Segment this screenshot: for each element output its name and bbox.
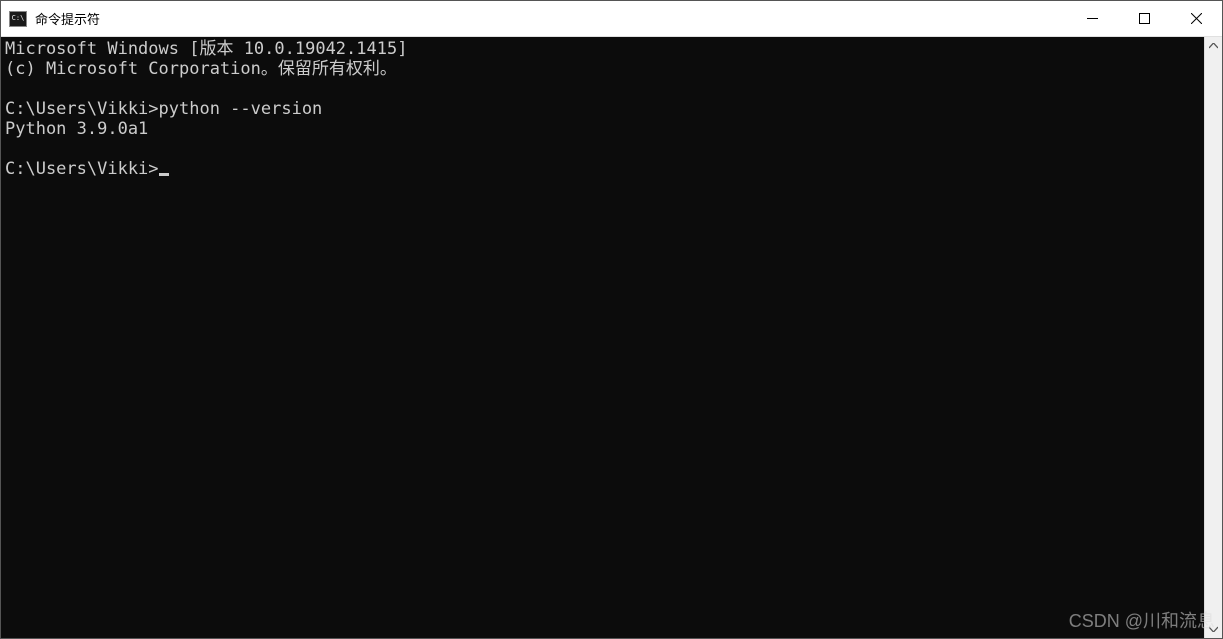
cursor [159, 173, 169, 176]
app-icon-glyph: C:\ [12, 15, 25, 22]
prompt: C:\Users\Vikki> [5, 159, 159, 179]
window-title: 命令提示符 [35, 9, 100, 28]
titlebar[interactable]: C:\ 命令提示符 [1, 1, 1222, 37]
output-line: Python 3.9.0a1 [5, 119, 148, 139]
window-controls [1066, 1, 1222, 36]
close-icon [1191, 13, 1202, 24]
command-text: python --version [159, 99, 323, 119]
maximize-icon [1139, 13, 1150, 24]
chevron-down-icon [1209, 626, 1218, 632]
scroll-down-arrow[interactable] [1205, 620, 1222, 638]
output-line: Microsoft Windows [版本 10.0.19042.1415] [5, 39, 407, 59]
output-line: (c) Microsoft Corporation。保留所有权利。 [5, 59, 397, 79]
scroll-track[interactable] [1205, 55, 1222, 620]
titlebar-left: C:\ 命令提示符 [1, 9, 100, 28]
command-prompt-window: C:\ 命令提示符 Microsoft Windows [版本 10.0.190… [0, 0, 1223, 639]
scroll-up-arrow[interactable] [1205, 37, 1222, 55]
vertical-scrollbar[interactable] [1204, 37, 1222, 638]
minimize-button[interactable] [1066, 1, 1118, 36]
prompt: C:\Users\Vikki> [5, 99, 159, 119]
terminal-area: Microsoft Windows [版本 10.0.19042.1415] (… [1, 37, 1222, 638]
close-button[interactable] [1170, 1, 1222, 36]
maximize-button[interactable] [1118, 1, 1170, 36]
chevron-up-icon [1209, 43, 1218, 49]
terminal-output[interactable]: Microsoft Windows [版本 10.0.19042.1415] (… [1, 37, 1204, 638]
minimize-icon [1087, 13, 1098, 24]
app-icon: C:\ [9, 11, 27, 27]
